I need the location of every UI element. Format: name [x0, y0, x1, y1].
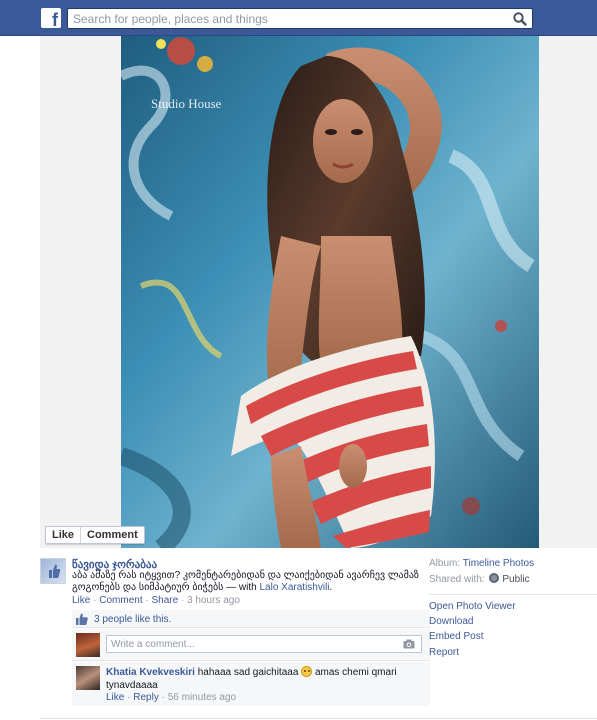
smiley-emoji-icon	[301, 666, 313, 677]
facebook-logo-icon[interactable]: f	[41, 8, 61, 28]
divider	[40, 718, 597, 719]
thumbs-up-icon	[76, 613, 88, 625]
thumbs-up-page-icon	[49, 564, 60, 578]
privacy-value[interactable]: Public	[502, 574, 529, 585]
search-icon[interactable]	[512, 11, 528, 27]
likes-count-link[interactable]: 3 people like this.	[94, 614, 171, 625]
search-input[interactable]	[68, 9, 498, 28]
comment-text-start: hahaaa sad gaichitaaa	[197, 667, 299, 678]
caption-with-prefix: — with	[226, 582, 257, 593]
camera-icon[interactable]	[403, 639, 415, 649]
globe-icon	[489, 573, 500, 583]
album-row: Album: Timeline Photos	[429, 558, 534, 569]
comment-like-link[interactable]: Like	[106, 692, 124, 703]
privacy-row: Shared with: Public	[429, 573, 530, 585]
post-comment-link[interactable]: Comment	[99, 595, 142, 606]
post-photo[interactable]: Studio House	[121, 36, 539, 548]
sidebar-divider	[429, 594, 597, 595]
download-link[interactable]: Download	[429, 616, 473, 627]
commenter-avatar[interactable]	[76, 666, 100, 690]
commenter-name[interactable]: Khatia Kvekveskiri	[106, 667, 195, 678]
post-timestamp[interactable]: 3 hours ago	[187, 595, 240, 606]
embed-post-link[interactable]: Embed Post	[429, 631, 483, 642]
post-caption: აბა ამაზე რას იტყვით? კომენტარებიდან და …	[72, 570, 432, 594]
comment-composer: Write a comment...	[72, 629, 430, 661]
post-info-section: წავიდა ჯორაბაა აბა ამაზე რას იტყვით? კომ…	[40, 548, 597, 720]
comment-meta: Like · Reply · 56 minutes ago	[106, 692, 237, 703]
photo-watermark: Studio House	[151, 96, 222, 111]
photo-actions: Like Comment	[45, 526, 145, 544]
shared-with-label: Shared with:	[429, 574, 485, 585]
post-share-link[interactable]: Share	[152, 595, 179, 606]
comment-input-placeholder: Write a comment...	[111, 639, 195, 650]
album-link[interactable]: Timeline Photos	[463, 558, 534, 569]
comment-item: Khatia Kvekveskiri hahaaa sad gaichitaaa…	[72, 662, 430, 706]
photo-comment-button[interactable]: Comment	[80, 527, 144, 543]
comment-body: Khatia Kvekveskiri hahaaa sad gaichitaaa…	[106, 666, 406, 692]
tagged-person-link[interactable]: Lalo Xaratishvili	[259, 582, 329, 593]
open-photo-viewer-link[interactable]: Open Photo Viewer	[429, 601, 516, 612]
top-navigation-bar: f	[0, 0, 597, 36]
caption-with-suffix: .	[329, 582, 333, 593]
photo-like-button[interactable]: Like	[46, 527, 80, 543]
current-user-avatar	[76, 633, 100, 657]
comment-timestamp[interactable]: 56 minutes ago	[168, 692, 236, 703]
post-meta: Like · Comment · Share · 3 hours ago	[72, 595, 240, 606]
comment-reply-link[interactable]: Reply	[133, 692, 159, 703]
search-box[interactable]	[67, 8, 533, 29]
likes-summary: 3 people like this.	[72, 610, 430, 628]
comment-input[interactable]: Write a comment...	[106, 635, 422, 653]
report-link[interactable]: Report	[429, 647, 459, 658]
poster-avatar[interactable]	[40, 558, 66, 584]
album-label: Album:	[429, 558, 461, 569]
post-like-link[interactable]: Like	[72, 595, 90, 606]
